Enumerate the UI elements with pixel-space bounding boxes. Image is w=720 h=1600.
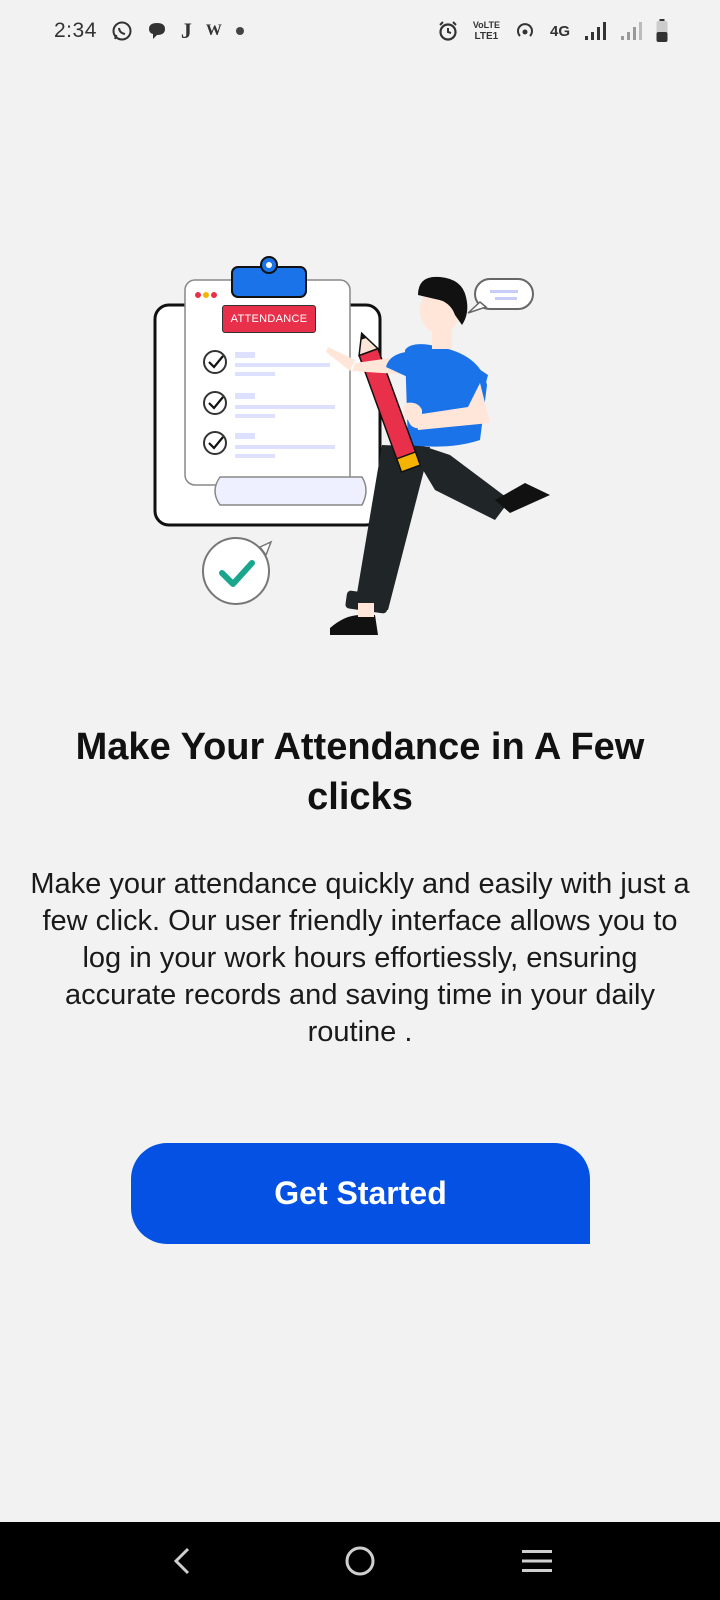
status-right: VoLTE LTE1 4G [437,19,668,43]
get-started-button[interactable]: Get Started [131,1143,590,1244]
hotspot-icon [514,20,536,42]
whatsapp-icon [111,20,133,42]
home-icon[interactable] [330,1531,390,1591]
page-title: Make Your Attendance in A Few clicks [75,726,645,818]
chat-bubble-icon [147,21,167,41]
w-app-icon: W [205,22,222,39]
get-started-label: Get Started [274,1175,447,1211]
status-bar: 2:34 J W VoLTE LTE1 4G [0,0,720,62]
volte-icon: VoLTE LTE1 [473,19,500,43]
onboarding-illustration: ATTENDANCE [150,255,570,665]
status-left: 2:34 J W [54,18,244,44]
volte-bottom-text: LTE1 [474,31,499,42]
volte-top-text: VoLTE [472,20,500,30]
battery-icon [656,19,668,43]
signal-4g-icon [584,21,606,41]
signal-icon [620,21,642,41]
network-type-label: 4G [549,22,570,40]
alarm-icon [437,20,459,42]
status-time: 2:34 [54,19,97,42]
j-app-icon: J [180,18,192,43]
system-nav-bar [0,1522,720,1600]
recents-icon[interactable] [507,1531,567,1591]
back-icon[interactable] [153,1531,213,1591]
onboarding-description: Make your attendance quickly and easily … [30,868,690,1048]
notification-dot-icon [235,27,244,35]
checklist-rows [203,350,335,458]
